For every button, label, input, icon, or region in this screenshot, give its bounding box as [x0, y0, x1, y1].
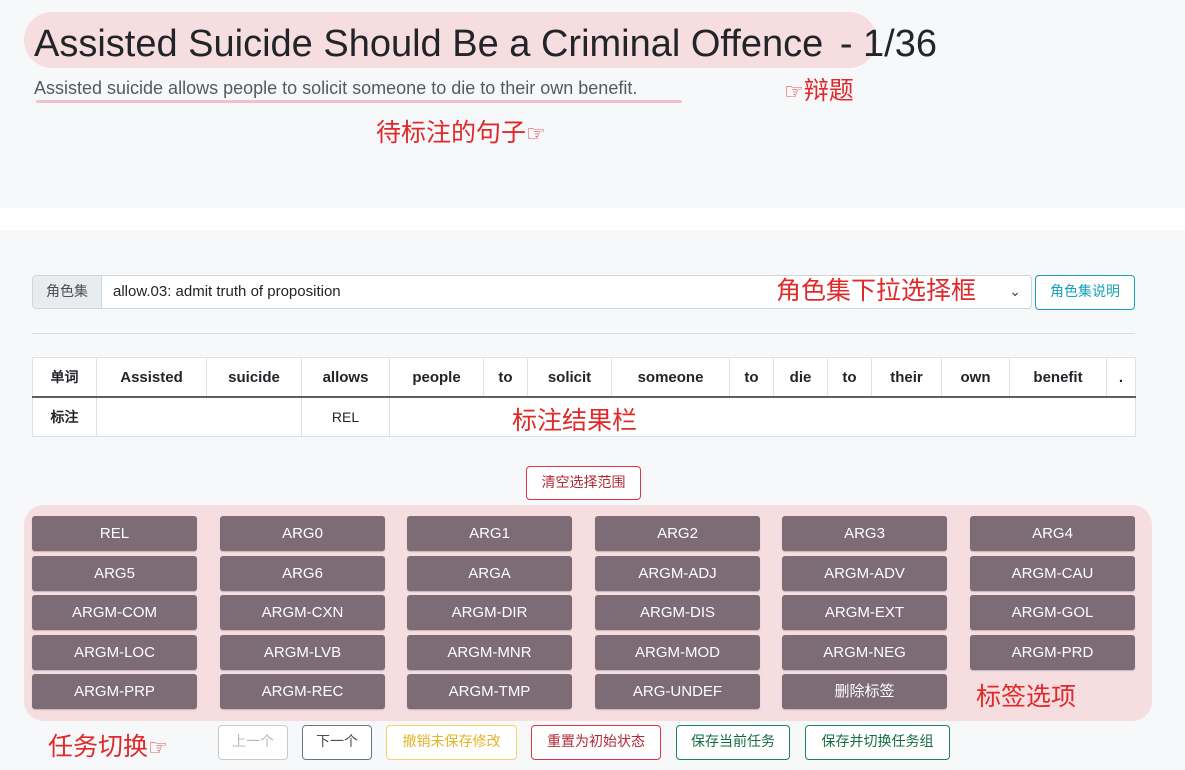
label-button-argm-neg[interactable]: ARGM-NEG — [782, 635, 947, 670]
prev-button[interactable]: 上一个 — [218, 725, 288, 760]
label-button-arg0[interactable]: ARG0 — [220, 516, 385, 551]
label-button-argm-adj[interactable]: ARGM-ADJ — [595, 556, 760, 591]
label-button-argm-ext[interactable]: ARGM-EXT — [782, 595, 947, 630]
label-button-arga[interactable]: ARGA — [407, 556, 572, 591]
word-cell[interactable]: own — [941, 357, 1010, 398]
label-button-arg2[interactable]: ARG2 — [595, 516, 760, 551]
label-button-argm-dir[interactable]: ARGM-DIR — [407, 595, 572, 630]
hand-pointer-icon: ☞ — [148, 736, 168, 761]
label-button-arg3[interactable]: ARG3 — [782, 516, 947, 551]
label-button-argm-dis[interactable]: ARGM-DIS — [595, 595, 760, 630]
undo-unsaved-button[interactable]: 撤销未保存修改 — [386, 725, 517, 760]
hand-pointer-icon: ☞ — [784, 80, 804, 105]
label-button-argm-rec[interactable]: ARGM-REC — [220, 674, 385, 709]
chevron-down-icon[interactable]: ⌄ — [1009, 276, 1021, 308]
roleset-help-button[interactable]: 角色集说明 — [1035, 275, 1135, 310]
word-cell[interactable]: benefit — [1009, 357, 1107, 398]
word-cell[interactable]: suicide — [206, 357, 302, 398]
word-cell[interactable]: people — [389, 357, 484, 398]
label-button-argm-tmp[interactable]: ARGM-TMP — [407, 674, 572, 709]
annotation-task-switch-text: 任务切换 — [48, 732, 149, 761]
word-cell[interactable]: to — [827, 357, 872, 398]
label-button-argm-prd[interactable]: ARGM-PRD — [970, 635, 1135, 670]
label-button-argm-gol[interactable]: ARGM-GOL — [970, 595, 1135, 630]
label-button-argm-com[interactable]: ARGM-COM — [32, 595, 197, 630]
label-button-argm-lvb[interactable]: ARGM-LVB — [220, 635, 385, 670]
next-button[interactable]: 下一个 — [302, 725, 372, 760]
sentence-to-annotate: Assisted suicide allows people to solici… — [34, 78, 638, 98]
tag-cell[interactable]: REL — [301, 396, 390, 437]
word-cell[interactable]: their — [871, 357, 942, 398]
annotation-task-switch: 任务切换☞ — [48, 732, 168, 764]
save-switch-button[interactable]: 保存并切换任务组 — [805, 725, 950, 760]
annotation-topic: ☞辩题 — [784, 76, 854, 108]
word-cell[interactable]: to — [483, 357, 528, 398]
task-counter: - 1/36 — [839, 23, 937, 65]
label-button-argm-cau[interactable]: ARGM-CAU — [970, 556, 1135, 591]
roleset-addon: 角色集 — [33, 276, 102, 308]
label-button-argm-cxn[interactable]: ARGM-CXN — [220, 595, 385, 630]
word-cell[interactable]: to — [729, 357, 774, 398]
label-button-argm-prp[interactable]: ARGM-PRP — [32, 674, 197, 709]
reset-button[interactable]: 重置为初始状态 — [531, 725, 661, 760]
annotation-sentence: 待标注的句子☞ — [376, 118, 546, 150]
word-cell[interactable]: someone — [611, 357, 730, 398]
label-button-arg5[interactable]: ARG5 — [32, 556, 197, 591]
annotation-roleset-dropdown: 角色集下拉选择框 — [776, 276, 977, 305]
annotation-topic-text: 辩题 — [803, 76, 854, 105]
word-cell[interactable]: Assisted — [96, 357, 207, 398]
hand-pointer-icon: ☞ — [526, 122, 546, 147]
page-title: Assisted Suicide Should Be a Criminal Of… — [34, 20, 937, 68]
label-button-argm-adv[interactable]: ARGM-ADV — [782, 556, 947, 591]
annotation-result-bar: 标注结果栏 — [512, 406, 638, 435]
delete-label-button[interactable]: 删除标签 — [782, 674, 947, 709]
word-cell[interactable]: die — [773, 357, 828, 398]
tag-cell[interactable] — [389, 396, 1136, 437]
divider — [32, 333, 1135, 334]
label-button-arg4[interactable]: ARG4 — [970, 516, 1135, 551]
word-row: 单词 Assisted suicide allows people to sol… — [32, 357, 1136, 398]
roleset-selected-value[interactable]: allow.03: admit truth of proposition — [113, 276, 341, 308]
word-row-label: 单词 — [32, 357, 97, 398]
annotation-sentence-text: 待标注的句子 — [376, 118, 527, 147]
word-cell[interactable]: allows — [301, 357, 390, 398]
tag-row-label: 标注 — [32, 396, 97, 437]
label-button-arg1[interactable]: ARG1 — [407, 516, 572, 551]
save-task-button[interactable]: 保存当前任务 — [676, 725, 790, 760]
label-button-argm-loc[interactable]: ARGM-LOC — [32, 635, 197, 670]
clear-selection-button[interactable]: 清空选择范围 — [526, 466, 641, 500]
label-button-argm-mod[interactable]: ARGM-MOD — [595, 635, 760, 670]
annotation-label-options: 标签选项 — [976, 682, 1077, 711]
label-button-rel[interactable]: REL — [32, 516, 197, 551]
word-cell[interactable]: . — [1106, 357, 1136, 398]
tag-cell[interactable] — [96, 396, 302, 437]
topic-title: Assisted Suicide Should Be a Criminal Of… — [34, 23, 824, 65]
label-button-argm-mnr[interactable]: ARGM-MNR — [407, 635, 572, 670]
label-button-arg6[interactable]: ARG6 — [220, 556, 385, 591]
word-cell[interactable]: solicit — [527, 357, 612, 398]
sentence-underline — [36, 100, 682, 103]
label-button-arg-undef[interactable]: ARG-UNDEF — [595, 674, 760, 709]
